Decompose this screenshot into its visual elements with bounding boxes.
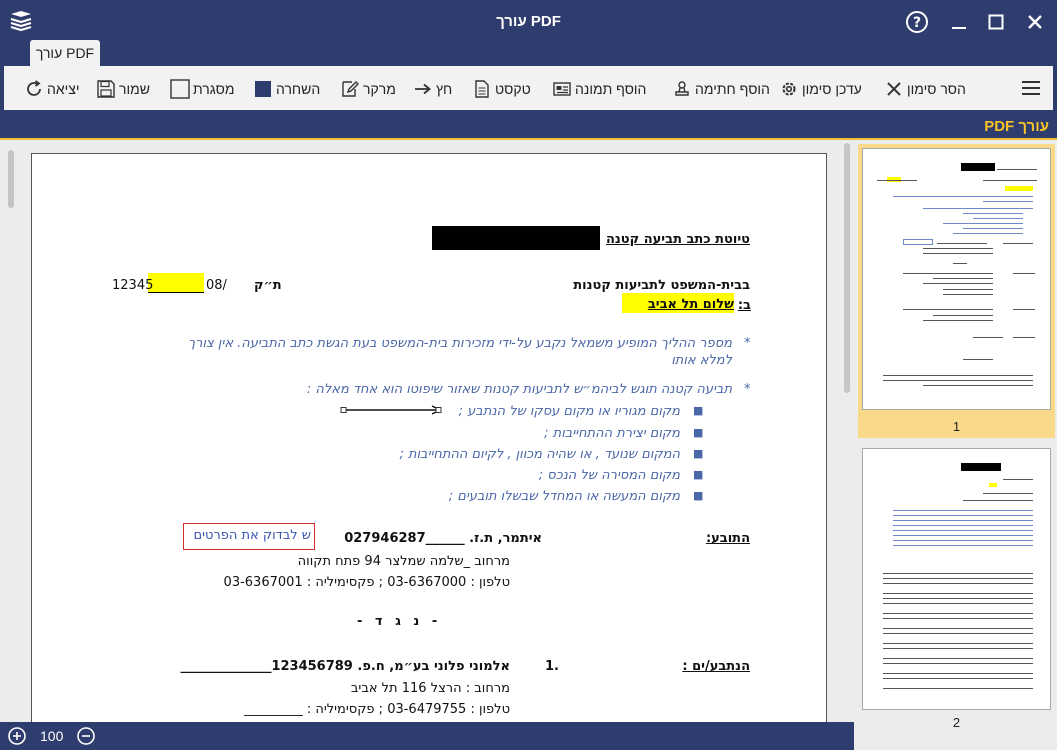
left-scrollbar-thumb[interactable]: [8, 150, 14, 208]
frame-button[interactable]: מסגרת: [170, 78, 234, 100]
text-button[interactable]: טקסט: [472, 78, 531, 100]
section-header: עורך PDF: [0, 110, 1057, 140]
arrow-right-icon: [413, 79, 433, 99]
document-scrollbar[interactable]: [840, 140, 854, 722]
highlighter-label: מרקר: [363, 81, 396, 97]
blackout-label: השחרה: [276, 81, 321, 97]
status-bar: 100: [0, 722, 845, 750]
case-number: 12345: [112, 278, 154, 293]
plaintiff-label: התובע:: [705, 531, 750, 546]
plaintiff-address: מרחוב _שלמה שמלצר 94 פתח תקווה: [297, 554, 510, 569]
drawn-arrow[interactable]: [340, 404, 444, 418]
minimize-icon[interactable]: [944, 8, 974, 36]
mark-settings-label: עדכן סימון: [802, 81, 862, 97]
defendant-address: מרחוב : הרצל 116 תל אביב: [350, 681, 510, 696]
add-signature-label: הוסף חתימה: [695, 81, 770, 97]
highlighter-button[interactable]: מרקר: [340, 78, 396, 100]
doc-heading: טיוטת כתב תביעה קטנה: [605, 232, 750, 247]
thumbnail-panel: 1 2: [854, 140, 1057, 750]
save-button[interactable]: שמור: [96, 78, 150, 100]
window-title: עורך PDF: [496, 13, 561, 30]
add-signature-button[interactable]: הוסף חתימה: [672, 78, 770, 100]
document-scrollbar-thumb[interactable]: [844, 143, 850, 393]
thumbnail-page-1[interactable]: 1: [858, 144, 1055, 438]
section-title: עורך PDF: [984, 118, 1049, 135]
bullet-marker: ■: [693, 489, 704, 502]
toolbar: הסר סימון עדכן סימון הוסף חתימה הוסף תמו…: [4, 66, 1053, 110]
venue-prefix: ב:: [737, 298, 751, 313]
menu-icon[interactable]: [1021, 79, 1041, 97]
add-image-label: הוסף תמונה: [575, 81, 647, 97]
x-icon: [884, 79, 904, 99]
case-prefix: ת״ק: [254, 278, 282, 293]
thumbnail-page-1-image: [862, 148, 1051, 410]
venue-value: שלום תל אביב: [622, 293, 734, 313]
thumbnail-page-2-number: 2: [952, 715, 961, 730]
bullet-item: מקום יצירת ההתחייבות ;: [544, 426, 680, 441]
exit-label: יציאה: [47, 81, 80, 97]
text-label: טקסט: [495, 81, 531, 97]
filled-square-icon: [253, 79, 273, 99]
check-details-textbox[interactable]: ש לבדוק את הפרטים: [183, 523, 315, 550]
note2: תביעה קטנה תוגש לביהמ״ש לתביעות קטנות שא…: [306, 382, 732, 397]
bullet-marker: ■: [693, 404, 704, 417]
save-icon: [96, 79, 116, 99]
document-viewer[interactable]: טיוטת כתב תביעה קטנה בבית-המשפט לתביעות …: [20, 140, 838, 722]
zoom-level: 100: [40, 728, 64, 744]
exit-button[interactable]: יציאה: [24, 78, 80, 100]
image-icon: [552, 79, 572, 99]
blackout-button[interactable]: השחרה: [253, 78, 320, 100]
bullet-item: המקום שנועד , או שהיה מכוון , לקיום ההתח…: [399, 447, 680, 462]
defendant-name: אלמוני פלוני בע״מ, ח.פ. 123456789_______…: [180, 659, 510, 674]
mark-settings-button[interactable]: עדכן סימון: [779, 78, 862, 100]
bullet-marker: ■: [693, 426, 704, 439]
versus-label: - נ ג ד -: [357, 614, 442, 629]
thumbnail-page-1-number: 1: [952, 419, 961, 434]
left-scrollbar[interactable]: [4, 140, 18, 722]
zoom-in-icon[interactable]: [8, 727, 26, 745]
bullet-marker: ■: [693, 468, 704, 481]
gear-icon: [779, 79, 799, 99]
defendant-index: 1.: [545, 659, 559, 674]
note1-line2: למלא אותו: [671, 353, 732, 368]
maximize-icon[interactable]: [981, 8, 1011, 36]
redaction-box[interactable]: [432, 226, 600, 250]
close-icon[interactable]: [1020, 8, 1050, 36]
case-highlight[interactable]: [148, 273, 204, 293]
bullet-item: מקום המעשה או המחדל שבשלו תובעים ;: [448, 489, 680, 504]
bullet-item: מקום המסירה של הנכס ;: [538, 468, 680, 483]
tab-pdf-editor[interactable]: עורך PDF: [30, 40, 100, 66]
remove-mark-button[interactable]: הסר סימון: [884, 78, 966, 100]
bullet-marker: ■: [693, 447, 704, 460]
defendant-phone: טלפון : 03-6479755 ; פקסימיליה : _______…: [244, 702, 510, 717]
note1-line1: מספר ההליך המופיע משמאל נקבע על-ידי מזכי…: [188, 336, 732, 351]
frame-label: מסגרת: [193, 81, 235, 97]
add-image-button[interactable]: הוסף תמונה: [552, 78, 646, 100]
note-star: *: [744, 336, 751, 351]
plaintiff-name: איתמר, ת.ז. ______027946287: [344, 531, 542, 546]
zoom-out-icon[interactable]: [77, 727, 95, 745]
arrow-button[interactable]: חץ: [413, 78, 452, 100]
case-mid: 08/: [206, 278, 227, 293]
note-star-2: *: [744, 382, 751, 397]
thumbnail-page-2[interactable]: 2: [858, 444, 1055, 738]
svg-text:?: ?: [913, 15, 921, 31]
pdf-page: טיוטת כתב תביעה קטנה בבית-המשפט לתביעות …: [31, 153, 827, 722]
plaintiff-phone: טלפון : 03-6367000 ; פקסימיליה : 03-6367…: [223, 575, 510, 590]
document-icon: [472, 79, 492, 99]
refresh-exit-icon: [24, 79, 44, 99]
remove-mark-label: הסר סימון: [907, 81, 966, 97]
title-bar: עורך PDF ?: [0, 0, 1057, 44]
square-outline-icon: [170, 79, 190, 99]
pencil-edit-icon: [340, 79, 360, 99]
defendants-label: הנתבע/ים :: [682, 659, 750, 674]
thumbnail-page-2-image: [862, 448, 1051, 710]
help-icon[interactable]: ?: [902, 8, 932, 36]
arrow-label: חץ: [436, 81, 453, 97]
stamp-icon: [672, 79, 692, 99]
court-name: בבית-המשפט לתביעות קטנות: [573, 278, 750, 293]
save-label: שמור: [119, 81, 150, 97]
